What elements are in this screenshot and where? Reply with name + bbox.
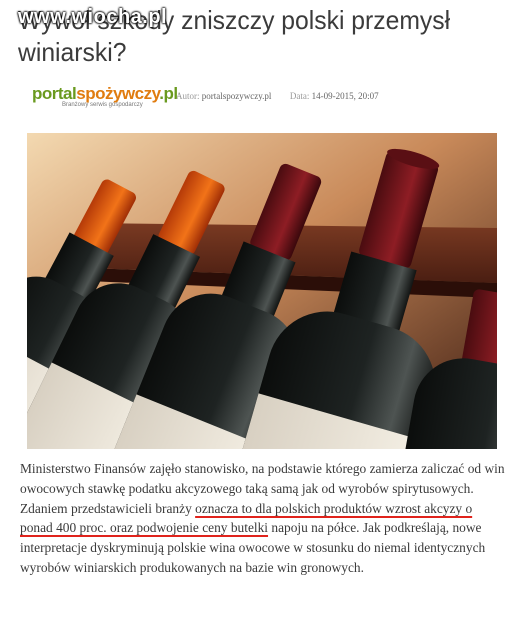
logo-part-spozywczy: spożywczy: [76, 84, 160, 103]
article-body: Ministerstwo Finansów zajęło stanowisko,…: [20, 459, 506, 578]
wine-bottles-photo: [27, 133, 497, 449]
source-logo[interactable]: portalspożywczy.pl Branżowy serwis gospo…: [32, 84, 178, 108]
logo-part-pl: .pl: [159, 84, 178, 103]
source-logo-wordmark: portalspożywczy.pl: [32, 84, 178, 103]
author-value[interactable]: portalspozywczy.pl: [202, 91, 272, 101]
article-meta: Autor: portalspozywczy.pl Data: 14-09-20…: [176, 91, 379, 101]
article-meta-row: portalspożywczy.pl Branżowy serwis gospo…: [32, 84, 492, 114]
watermark: www.wiocha.pl: [18, 6, 168, 28]
logo-part-portal: portal: [32, 84, 77, 103]
article-page: www.wiocha.pl Wywoł szkody zniszczy pols…: [0, 0, 513, 631]
date-label: Data:: [289, 91, 310, 101]
author-label: Autor:: [176, 91, 200, 101]
date-value: 14-09-2015, 20:07: [311, 91, 379, 101]
